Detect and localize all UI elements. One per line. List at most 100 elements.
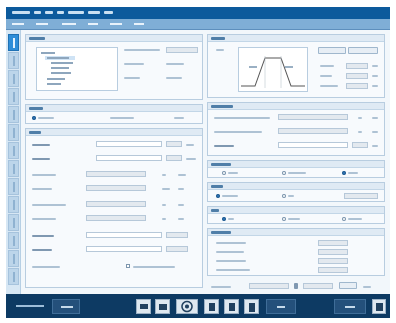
sidebar-tab-14[interactable] — [8, 268, 19, 285]
sidebar-tab-13[interactable] — [8, 250, 19, 267]
control-input[interactable] — [249, 283, 289, 289]
toolbar-item-4[interactable] — [88, 23, 98, 25]
tree-view[interactable] — [36, 47, 118, 91]
menu-item-1[interactable] — [12, 11, 30, 14]
panel-title — [211, 105, 233, 108]
sidebar-tab-label — [13, 218, 15, 228]
curve-param-value[interactable] — [346, 83, 368, 89]
footer-button-3[interactable] — [155, 299, 170, 314]
param-input[interactable] — [86, 171, 146, 177]
sidebar-tab-10[interactable] — [8, 196, 19, 213]
sidebar-tab-5[interactable] — [8, 106, 19, 123]
option-radio-selected[interactable] — [216, 194, 220, 198]
param-input[interactable] — [96, 141, 162, 147]
panel-header — [208, 207, 384, 214]
tree-node[interactable] — [47, 83, 61, 85]
setting-input[interactable] — [278, 114, 348, 120]
sidebar-tab-7[interactable] — [8, 142, 19, 159]
mode-radio-1[interactable] — [32, 116, 36, 120]
footer-button-5[interactable] — [204, 299, 219, 314]
footer-button-7[interactable] — [244, 299, 259, 314]
setting-value[interactable] — [352, 142, 368, 148]
sidebar-tab-12[interactable] — [8, 232, 19, 249]
menu-item-6[interactable] — [88, 11, 100, 14]
option-radio-selected[interactable] — [342, 171, 346, 175]
tree-node[interactable] — [47, 57, 69, 59]
tree-node[interactable] — [51, 72, 71, 74]
toolbar-item-2[interactable] — [36, 23, 48, 25]
param-input[interactable] — [96, 155, 162, 161]
toolbar-item-3[interactable] — [62, 23, 76, 25]
option-radio[interactable] — [282, 217, 286, 221]
curve-annotation — [249, 66, 257, 68]
option-radio[interactable] — [282, 171, 286, 175]
sidebar-tab-3[interactable] — [8, 70, 19, 87]
tree-node[interactable] — [41, 52, 55, 54]
option-radio[interactable] — [222, 171, 226, 175]
footer-button-2[interactable] — [136, 299, 151, 314]
footer-button-6[interactable] — [224, 299, 239, 314]
tree-node[interactable] — [51, 67, 69, 69]
property-value-field[interactable] — [166, 47, 198, 53]
value-field[interactable] — [318, 249, 348, 255]
control-input[interactable] — [303, 283, 333, 289]
param-unit — [186, 158, 196, 160]
sidebar-tab-4[interactable] — [8, 88, 19, 105]
sidebar-tab-label — [13, 128, 15, 138]
status-text — [16, 305, 44, 307]
footer-button-8[interactable] — [266, 299, 296, 314]
curve-toggle-button-2[interactable] — [348, 47, 378, 54]
sidebar-tab-1[interactable] — [8, 34, 19, 51]
control-button[interactable] — [339, 282, 357, 289]
control-marker[interactable] — [294, 283, 298, 289]
sidebar-tab-8[interactable] — [8, 160, 19, 177]
menu-item-5[interactable] — [68, 11, 84, 14]
curve-line — [241, 57, 305, 87]
toolbar-item-5[interactable] — [110, 23, 122, 25]
option-radio[interactable] — [342, 217, 346, 221]
footer-button-9[interactable] — [334, 299, 366, 314]
param-unit — [178, 188, 184, 190]
curve-toggle-button-1[interactable] — [318, 47, 346, 54]
tree-node[interactable] — [47, 78, 65, 80]
option-checkbox[interactable] — [126, 264, 130, 268]
option-input[interactable] — [344, 193, 378, 199]
value-field[interactable] — [318, 258, 348, 264]
sidebar-tab-9[interactable] — [8, 178, 19, 195]
curve-param-unit — [372, 65, 378, 67]
param-input[interactable] — [86, 232, 162, 238]
param-value[interactable] — [166, 141, 182, 147]
footer-button-10[interactable] — [372, 299, 386, 314]
sidebar-tab-6[interactable] — [8, 124, 19, 141]
value-field[interactable] — [318, 267, 348, 273]
option-label — [133, 266, 175, 268]
tree-node[interactable] — [51, 62, 73, 64]
menu-item-4[interactable] — [57, 11, 64, 14]
sidebar-tab-2[interactable] — [8, 52, 19, 69]
menu-item-2[interactable] — [34, 11, 41, 14]
panel-header — [26, 35, 202, 42]
footer-button-4[interactable] — [176, 299, 198, 314]
sidebar-tab-11[interactable] — [8, 214, 19, 231]
toolbar-item-6[interactable] — [134, 23, 144, 25]
sidebar-tab-label — [13, 200, 15, 210]
menu-item-3[interactable] — [45, 11, 53, 14]
param-value[interactable] — [166, 246, 188, 252]
setting-input[interactable] — [278, 142, 348, 148]
param-input[interactable] — [86, 215, 146, 221]
param-input[interactable] — [86, 185, 146, 191]
param-input[interactable] — [86, 246, 162, 252]
param-input[interactable] — [86, 201, 146, 207]
value-field[interactable] — [318, 240, 348, 246]
option-radio[interactable] — [282, 194, 286, 198]
toolbar-item-1[interactable] — [12, 23, 24, 25]
footer-button-1[interactable] — [52, 299, 80, 314]
menu-item-7[interactable] — [104, 11, 113, 14]
curve-param-value[interactable] — [346, 73, 368, 79]
curve-param-value[interactable] — [346, 63, 368, 69]
setting-input[interactable] — [278, 128, 348, 134]
param-value[interactable] — [166, 232, 188, 238]
option-radio-selected[interactable] — [222, 217, 226, 221]
param-value[interactable] — [166, 155, 182, 161]
option-label — [32, 266, 60, 268]
